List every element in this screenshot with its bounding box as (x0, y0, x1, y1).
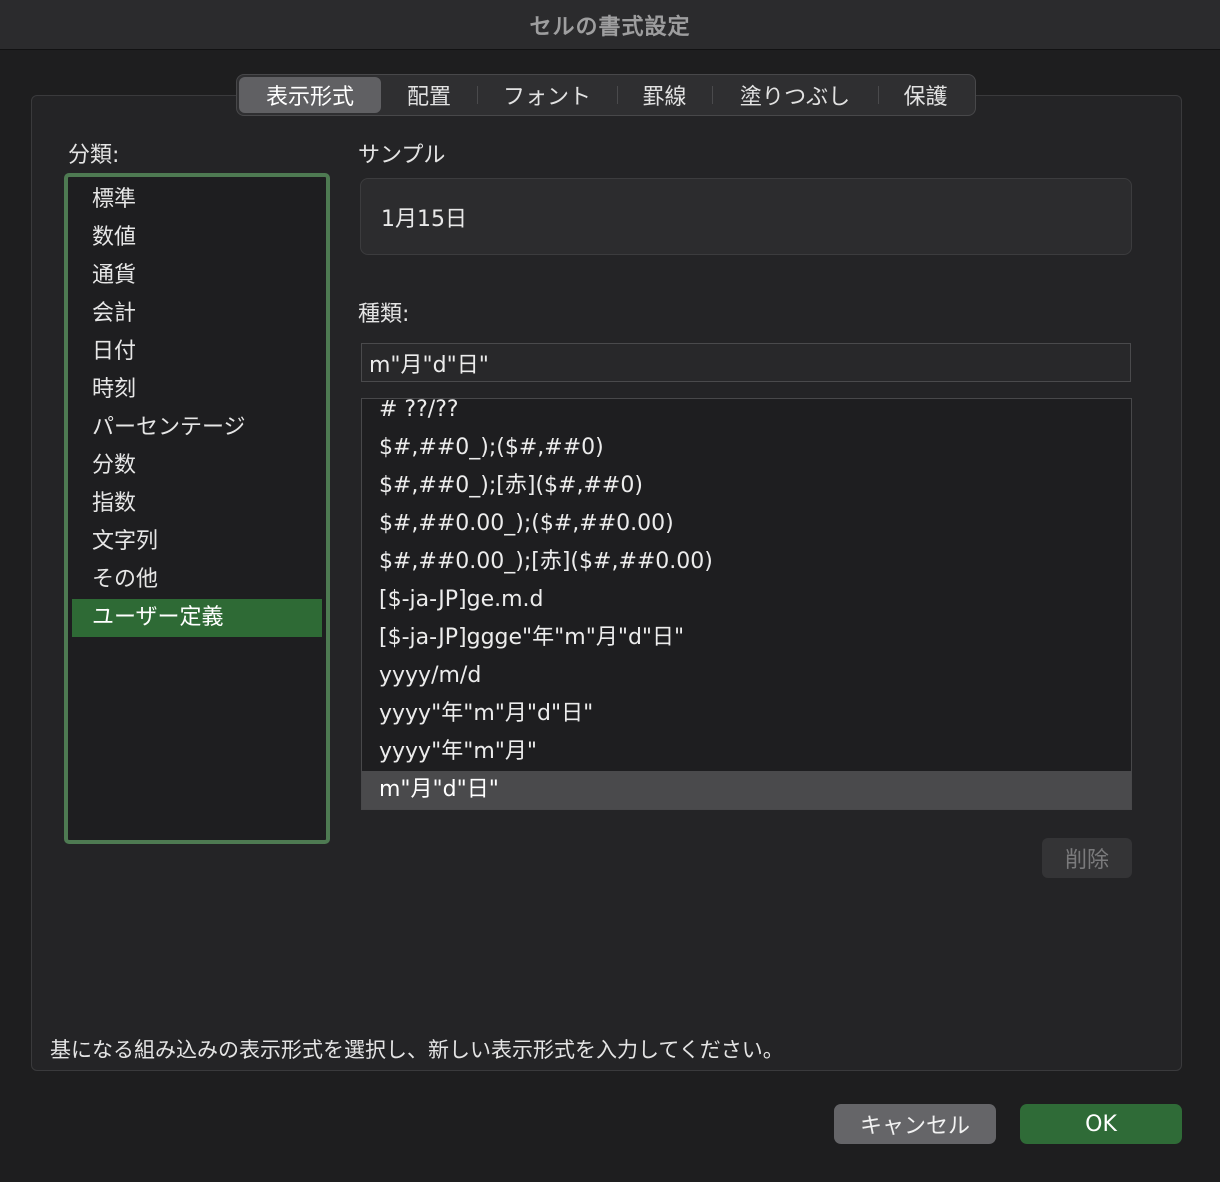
ok-button[interactable]: OK (1020, 1104, 1182, 1144)
sample-preview: 1月15日 (360, 178, 1132, 255)
help-text: 基になる組み込みの表示形式を選択し、新しい表示形式を入力してください。 (50, 1038, 784, 1062)
type-label: 種類: (358, 302, 410, 327)
category-item-accounting[interactable]: 会計 (72, 295, 322, 333)
category-item-scientific[interactable]: 指数 (72, 485, 322, 523)
delete-button[interactable]: 削除 (1042, 838, 1132, 878)
format-list-item[interactable]: $#,##0.00_);[赤]($#,##0.00) (362, 543, 1131, 581)
sample-label: サンプル (358, 143, 446, 168)
format-list-item[interactable]: [$-ja-JP]ge.m.d (362, 581, 1131, 619)
category-item-time[interactable]: 時刻 (72, 371, 322, 409)
category-item-number[interactable]: 数値 (72, 219, 322, 257)
format-list-item[interactable]: yyyy"年"m"月"d"日" (362, 695, 1131, 733)
category-list[interactable]: 標準 数値 通貨 会計 日付 時刻 パーセンテージ 分数 指数 文字列 その他 … (64, 173, 330, 844)
category-item-fraction[interactable]: 分数 (72, 447, 322, 485)
tab-protection[interactable]: 保護 (878, 77, 973, 113)
format-list-item[interactable]: $#,##0_);($#,##0) (362, 429, 1131, 467)
format-code-input[interactable] (361, 343, 1131, 382)
tab-number-format[interactable]: 表示形式 (239, 77, 381, 113)
format-list-item[interactable]: $#,##0_);[赤]($#,##0) (362, 467, 1131, 505)
format-list-item-selected[interactable]: m"月"d"日" (362, 771, 1131, 809)
format-list-item[interactable]: yyyy/m/d (362, 657, 1131, 695)
window-title: セルの書式設定 (529, 14, 691, 40)
format-list-item[interactable]: [$-ja-JP]ggge"年"m"月"d"日" (362, 619, 1131, 657)
category-item-custom[interactable]: ユーザー定義 (72, 599, 322, 637)
tab-font[interactable]: フォント (477, 77, 617, 113)
category-item-standard[interactable]: 標準 (72, 181, 322, 219)
category-item-currency[interactable]: 通貨 (72, 257, 322, 295)
category-item-date[interactable]: 日付 (72, 333, 322, 371)
cancel-button[interactable]: キャンセル (834, 1104, 996, 1144)
format-list-item[interactable]: $#,##0.00_);($#,##0.00) (362, 505, 1131, 543)
title-bar: セルの書式設定 (0, 0, 1220, 50)
category-item-text[interactable]: 文字列 (72, 523, 322, 561)
sample-value: 1月15日 (381, 206, 467, 232)
category-label: 分類: (68, 143, 120, 168)
tab-bar: 表示形式 配置 フォント 罫線 塗りつぶし 保護 (236, 74, 976, 116)
format-list-item[interactable]: # ??/?? (362, 399, 1131, 429)
tab-alignment[interactable]: 配置 (381, 77, 477, 113)
tab-fill[interactable]: 塗りつぶし (712, 77, 878, 113)
format-list-item[interactable]: yyyy"年"m"月" (362, 733, 1131, 771)
format-list[interactable]: # ??/?? $#,##0_);($#,##0) $#,##0_);[赤]($… (361, 398, 1132, 810)
tab-border[interactable]: 罫線 (617, 77, 712, 113)
category-item-special[interactable]: その他 (72, 561, 322, 599)
category-item-percentage[interactable]: パーセンテージ (72, 409, 322, 447)
